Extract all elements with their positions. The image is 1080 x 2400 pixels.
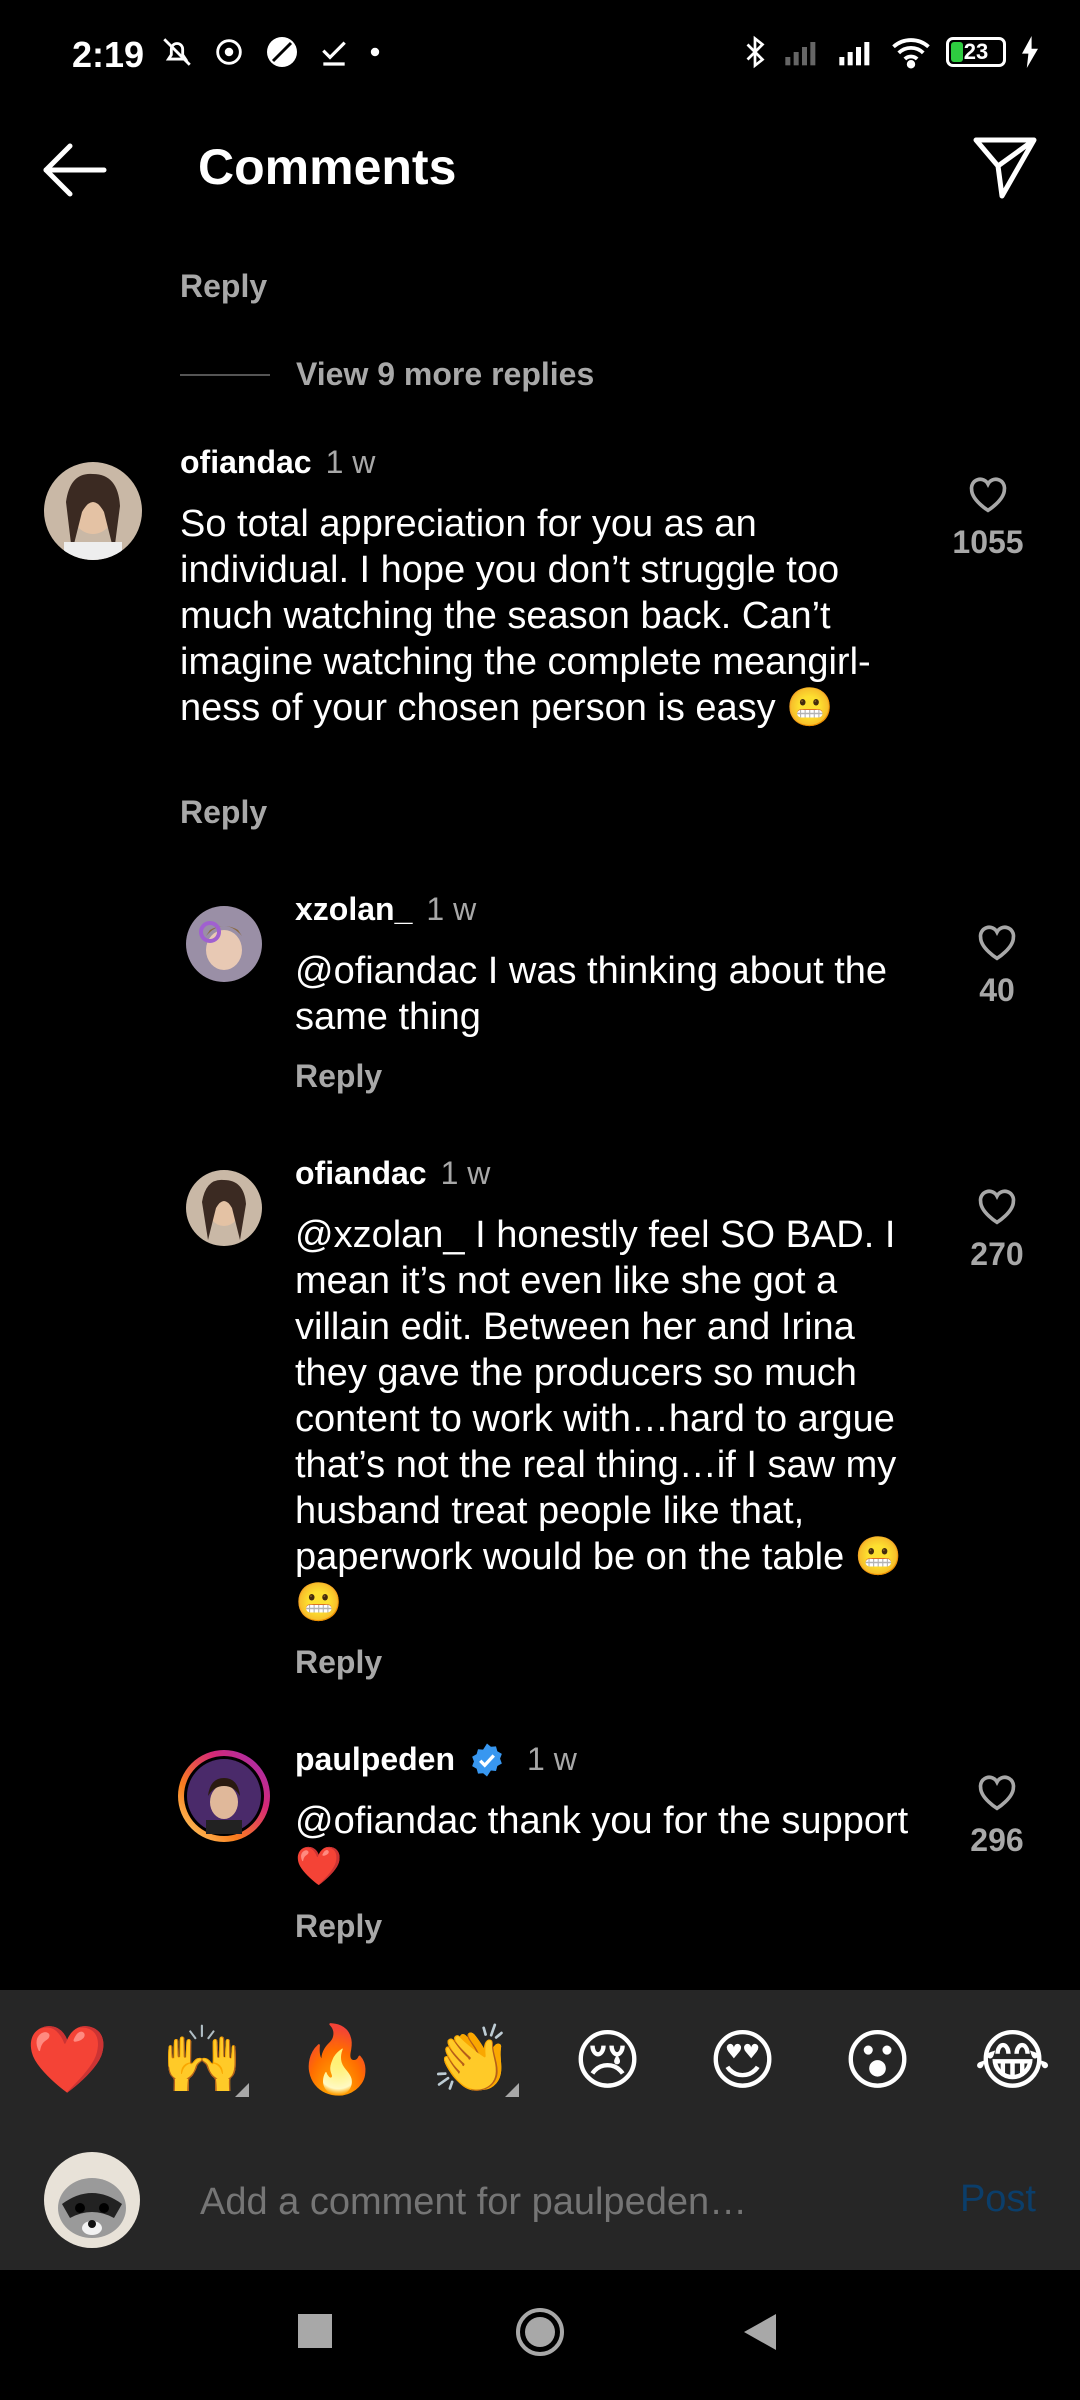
emoji-surprised[interactable]: 😮 [828,2022,928,2099]
battery-fill [951,42,964,62]
signal-icon [839,42,870,66]
comment-text: @ofiandac I was thinking about the same … [295,950,888,1038]
like-button[interactable]: 40 [952,922,1042,1009]
home-icon[interactable] [514,2306,566,2358]
heart-icon [978,925,1016,961]
divider-line [180,373,270,376]
like-count: 270 [970,1236,1024,1272]
timestamp: 1 w [426,891,477,927]
check-list-icon [322,41,346,66]
bell-off-icon [163,38,191,66]
like-count: 1055 [952,524,1024,560]
notification-icons [160,34,382,70]
skin-tone-indicator [234,2083,249,2097]
signal-weak-icon [785,42,816,66]
heart-icon [978,1189,1016,1225]
emoji-heart-eyes[interactable]: 😍 [693,2022,793,2099]
circle-slash-icon [267,37,297,67]
like-button[interactable]: 296 [952,1772,1042,1859]
like-button[interactable]: 1055 [943,474,1033,561]
heart-icon [978,1775,1016,1811]
system-nav-bar [0,2270,1080,2400]
bluetooth-icon [746,35,765,69]
header: Comments [0,120,1080,220]
reply-button[interactable]: Reply [295,1908,382,1945]
avatar[interactable] [186,1170,262,1246]
timestamp: 1 w [325,444,376,480]
like-count: 296 [970,1822,1024,1858]
emoji-fire[interactable]: 🔥 [288,2021,388,2099]
comment-text: @ofiandac thank you for the support ❤️ [295,1800,909,1888]
status-bar: 2:19 23 [0,0,1080,120]
reply-button[interactable]: Reply [180,794,267,831]
status-time: 2:19 [72,34,145,75]
avatar[interactable] [44,462,142,560]
emoji-raised-hands[interactable]: 🙌 [153,2021,253,2099]
reply-button[interactable]: Reply [295,1058,382,1095]
like-button[interactable]: 270 [952,1186,1042,1273]
comment-input[interactable] [198,2180,902,2225]
comment-text: So total appreciation for you as an indi… [180,503,871,729]
verified-badge-icon [472,1743,502,1776]
page-title: Comments [198,139,457,195]
wifi-icon [892,38,930,69]
view-more-replies-button[interactable]: View 9 more replies [180,356,594,393]
comment-header: paulpeden 1 w [295,1741,577,1778]
current-user-avatar [44,2152,140,2248]
like-count: 40 [979,972,1015,1008]
username[interactable]: paulpeden [295,1741,455,1778]
avatar-image [186,1170,262,1246]
username[interactable]: ofiandac [180,444,312,481]
comment-header: xzolan_ 1 w [295,891,476,928]
view-more-label: View 9 more replies [296,356,595,392]
dot-icon [370,47,380,57]
reply-button[interactable]: Reply [295,1644,382,1681]
recents-icon[interactable] [298,2314,332,2348]
emoji-heart[interactable]: ❤️ [18,2021,118,2099]
emoji-clap[interactable]: 👏 [423,2021,523,2099]
avatar-image [186,906,262,982]
username[interactable]: ofiandac [295,1155,427,1192]
comment-text: @xzolan_ I honestly feel SO BAD. I mean … [295,1214,903,1624]
emoji-glyph: 🙌 [161,2022,244,2096]
emoji-crying[interactable]: 😢 [558,2022,658,2099]
comment-header: ofiandac 1 w [180,444,375,481]
send-icon[interactable] [970,132,1040,202]
timestamp: 1 w [440,1155,491,1191]
avatar-story-ring[interactable] [178,1750,270,1842]
emoji-laughing[interactable]: 😂 [963,2022,1063,2099]
timestamp: 1 w [527,1741,577,1777]
battery-indicator: 23 [946,37,1006,67]
comment-input-bar: Post [0,2130,1080,2270]
chat-bubble-icon [216,39,242,65]
heart-icon [969,477,1007,513]
emoji-reaction-bar: ❤️ 🙌 🔥 👏 😢 😍 😮 😂 [0,1990,1080,2130]
nav-back-icon[interactable] [740,2310,780,2354]
back-arrow-icon[interactable] [40,142,110,198]
battery-level: 23 [963,39,989,64]
username[interactable]: xzolan_ [295,891,412,928]
avatar-image [44,2152,140,2248]
avatar-image [184,1756,264,1836]
skin-tone-indicator [504,2083,519,2097]
avatar-image [44,462,142,560]
avatar[interactable] [186,906,262,982]
system-icons: 23 [742,34,1040,70]
reply-button[interactable]: Reply [180,268,267,305]
charging-icon [1022,36,1038,68]
emoji-glyph: 👏 [431,2022,514,2096]
comment-header: ofiandac 1 w [295,1155,490,1192]
post-button[interactable]: Post [960,2178,1036,2221]
